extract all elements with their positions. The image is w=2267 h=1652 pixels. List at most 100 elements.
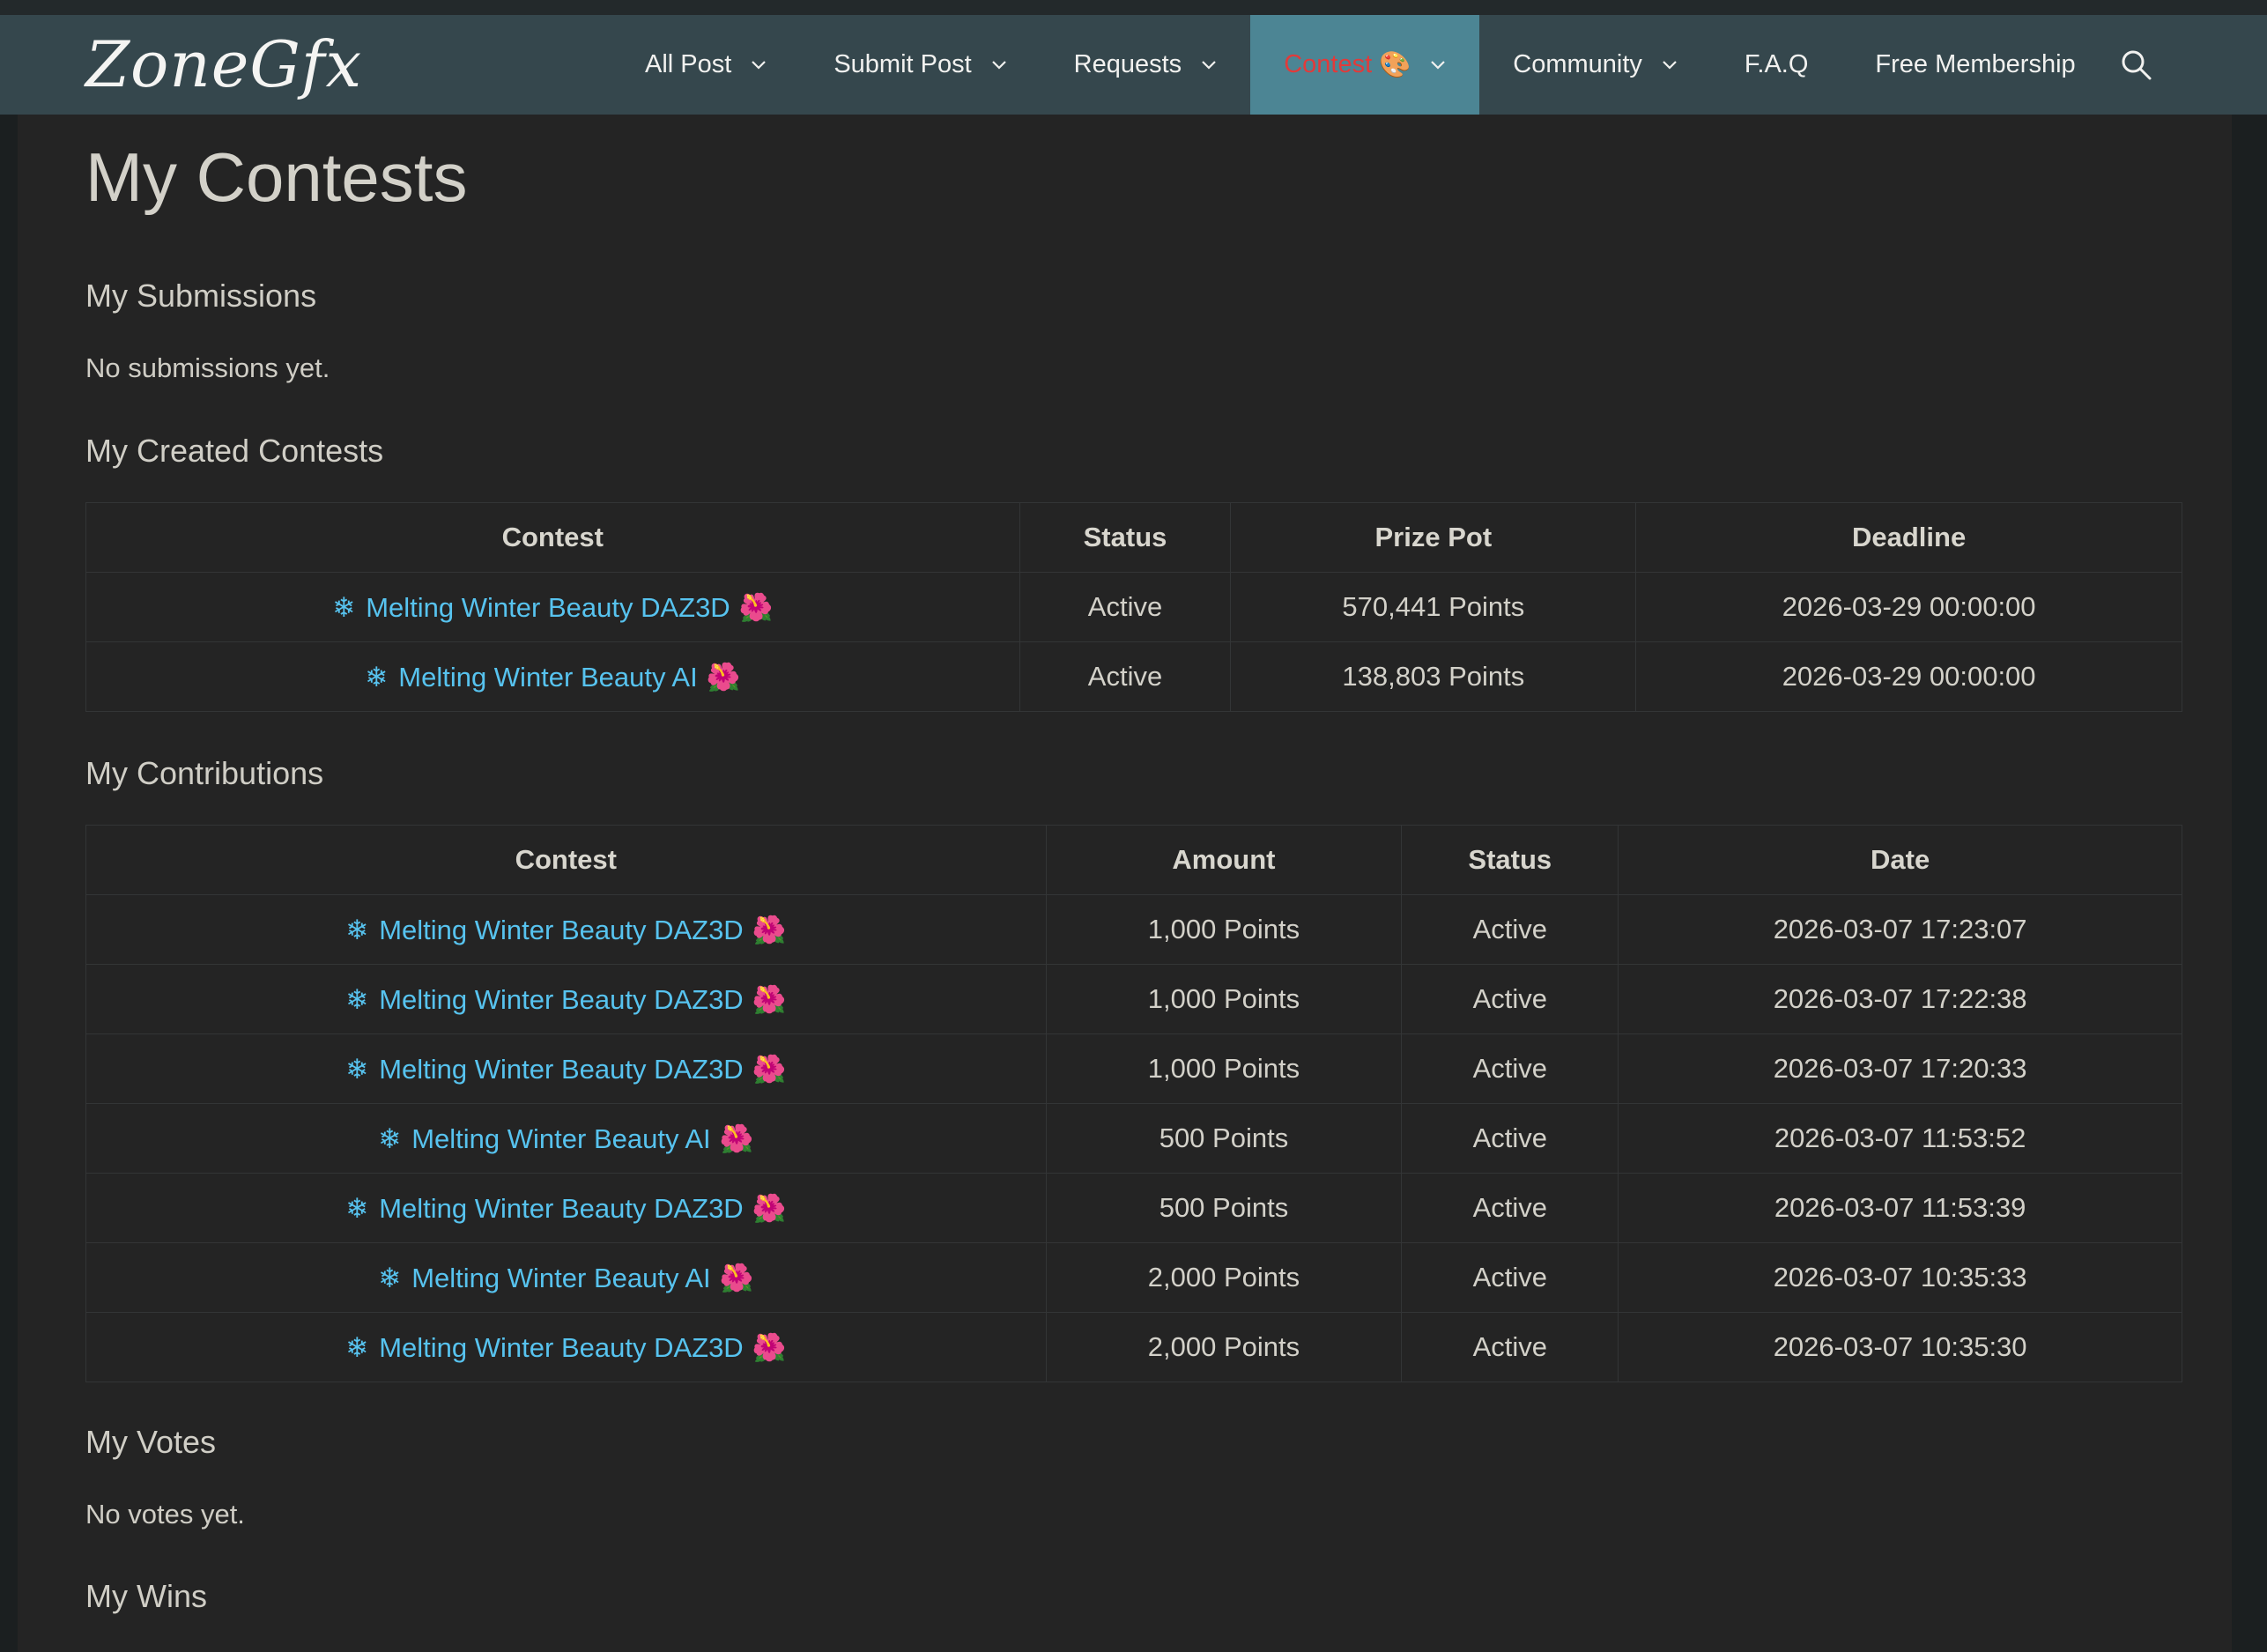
flower-icon: 🌺: [706, 661, 741, 693]
contest-link[interactable]: Melting Winter Beauty AI: [411, 1263, 710, 1293]
chevron-down-icon: [752, 60, 767, 70]
date-cell: 2026-03-07 17:22:38: [1618, 964, 2182, 1034]
chevron-down-icon: [1663, 60, 1677, 70]
date-cell: 2026-03-07 10:35:33: [1618, 1242, 2182, 1313]
deadline-cell: 2026-03-29 00:00:00: [1635, 641, 2182, 712]
main-content: My Contests My Submissions No submission…: [18, 115, 2232, 1652]
section-heading-submissions: My Submissions: [85, 278, 317, 314]
column-header: Status: [1401, 825, 1619, 895]
amount-cell: 500 Points: [1045, 1103, 1403, 1174]
table-header-row: Contest Amount Status Date: [85, 825, 2182, 895]
nav-item-requests[interactable]: Requests: [1041, 15, 1251, 115]
date-cell: 2026-03-07 10:35:30: [1618, 1312, 2182, 1382]
deadline-cell: 2026-03-29 00:00:00: [1635, 572, 2182, 642]
status-cell: Active: [1401, 1033, 1619, 1104]
column-header: Amount: [1045, 825, 1403, 895]
contest-cell: ❄ Melting Winter Beauty DAZ3D 🌺: [85, 572, 1020, 642]
flower-icon: 🌺: [719, 1262, 754, 1293]
nav-label: Submit Post: [833, 50, 972, 78]
column-header: Deadline: [1635, 502, 2182, 573]
section-heading-created-contests: My Created Contests: [85, 433, 384, 469]
table-row: ❄ Melting Winter Beauty DAZ3D 🌺 500 Points…: [85, 1173, 2182, 1243]
nav-label: Contest: [1284, 50, 1373, 78]
table-row: ❄ Melting Winter Beauty DAZ3D 🌺 1,000 Poin…: [85, 964, 2182, 1034]
contest-link[interactable]: Melting Winter Beauty DAZ3D: [379, 1054, 743, 1085]
nav-label: Community: [1513, 50, 1642, 78]
flower-icon: 🌺: [738, 591, 774, 623]
snowflake-icon: ❄: [345, 914, 369, 945]
flower-icon: 🌺: [752, 1053, 787, 1085]
nav-item-all-post[interactable]: All Post: [611, 15, 800, 115]
top-strip: [0, 0, 2267, 15]
status-cell: Active: [1401, 1312, 1619, 1382]
flower-icon: 🌺: [752, 1331, 787, 1363]
contest-cell: ❄ Melting Winter Beauty AI 🌺: [85, 1242, 1047, 1313]
nav-item-submit-post[interactable]: Submit Post: [800, 15, 1040, 115]
contest-cell: ❄ Melting Winter Beauty AI 🌺: [85, 641, 1020, 712]
nav-item-community[interactable]: Community: [1479, 15, 1711, 115]
contest-cell: ❄ Melting Winter Beauty AI 🌺: [85, 1103, 1047, 1174]
amount-cell: 1,000 Points: [1045, 1033, 1403, 1104]
palette-icon: 🎨: [1379, 50, 1411, 79]
status-cell: Active: [1401, 1173, 1619, 1243]
chevron-down-icon: [1431, 60, 1446, 70]
date-cell: 2026-03-07 11:53:52: [1618, 1103, 2182, 1174]
flower-icon: 🌺: [719, 1122, 754, 1154]
amount-cell: 1,000 Points: [1045, 964, 1403, 1034]
contest-link[interactable]: Melting Winter Beauty DAZ3D: [366, 592, 730, 623]
prize-pot-cell: 138,803 Points: [1230, 641, 1637, 712]
status-cell: Active: [1401, 1242, 1619, 1313]
status-cell: Active: [1401, 894, 1619, 965]
section-heading-wins: My Wins: [85, 1578, 207, 1614]
column-header: Date: [1618, 825, 2182, 895]
snowflake-icon: ❄: [345, 1192, 369, 1224]
contest-link[interactable]: Melting Winter Beauty DAZ3D: [379, 1332, 743, 1363]
site-logo[interactable]: ZoneGfx: [85, 27, 362, 101]
contest-link[interactable]: Melting Winter Beauty DAZ3D: [379, 1193, 743, 1224]
snowflake-icon: ❄: [345, 1331, 369, 1363]
created-contests-table: Contest Status Prize Pot Deadline ❄ Melti…: [85, 502, 2182, 712]
votes-empty-text: No votes yet.: [85, 1499, 245, 1530]
table-row: ❄ Melting Winter Beauty AI 🌺 500 Points Ac…: [85, 1103, 2182, 1174]
nav-label: F.A.Q: [1744, 50, 1809, 78]
main-nav: All Post Submit Post Requests Contest 🎨 …: [611, 15, 2109, 115]
table-row: ❄ Melting Winter Beauty AI 🌺 Active 138,80…: [85, 641, 2182, 712]
amount-cell: 500 Points: [1045, 1173, 1403, 1243]
flower-icon: 🌺: [752, 1192, 787, 1224]
navbar: ZoneGfx All Post Submit Post Requests Co…: [0, 15, 2267, 115]
status-cell: Active: [1019, 572, 1232, 642]
nav-item-contest[interactable]: Contest 🎨: [1250, 15, 1480, 115]
snowflake-icon: ❄: [378, 1262, 402, 1293]
chevron-down-icon: [1202, 60, 1216, 70]
date-cell: 2026-03-07 17:23:07: [1618, 894, 2182, 965]
snowflake-icon: ❄: [332, 591, 356, 623]
contest-cell: ❄ Melting Winter Beauty DAZ3D 🌺: [85, 1173, 1047, 1243]
nav-item-faq[interactable]: F.A.Q: [1711, 15, 1842, 115]
snowflake-icon: ❄: [345, 983, 369, 1015]
date-cell: 2026-03-07 17:20:33: [1618, 1033, 2182, 1104]
snowflake-icon: ❄: [365, 661, 389, 693]
column-header: Contest: [85, 825, 1047, 895]
contest-link[interactable]: Melting Winter Beauty DAZ3D: [379, 984, 743, 1015]
flower-icon: 🌺: [752, 983, 787, 1015]
nav-item-free-membership[interactable]: Free Membership: [1841, 15, 2108, 115]
snowflake-icon: ❄: [345, 1053, 369, 1085]
amount-cell: 1,000 Points: [1045, 894, 1403, 965]
search-icon[interactable]: [2118, 47, 2155, 84]
contest-link[interactable]: Melting Winter Beauty AI: [398, 662, 697, 693]
column-header: Prize Pot: [1230, 502, 1637, 573]
contest-cell: ❄ Melting Winter Beauty DAZ3D 🌺: [85, 1033, 1047, 1104]
contest-link[interactable]: Melting Winter Beauty DAZ3D: [379, 915, 743, 945]
snowflake-icon: ❄: [378, 1122, 402, 1154]
status-cell: Active: [1401, 964, 1619, 1034]
column-header: Contest: [85, 502, 1020, 573]
contest-cell: ❄ Melting Winter Beauty DAZ3D 🌺: [85, 1312, 1047, 1382]
contest-link[interactable]: Melting Winter Beauty AI: [411, 1123, 710, 1154]
nav-label: Requests: [1073, 50, 1182, 78]
amount-cell: 2,000 Points: [1045, 1242, 1403, 1313]
table-header-row: Contest Status Prize Pot Deadline: [85, 502, 2182, 573]
status-cell: Active: [1401, 1103, 1619, 1174]
section-heading-contributions: My Contributions: [85, 755, 324, 791]
table-row: ❄ Melting Winter Beauty DAZ3D 🌺 1,000 Poin…: [85, 894, 2182, 965]
nav-label: All Post: [645, 50, 732, 78]
